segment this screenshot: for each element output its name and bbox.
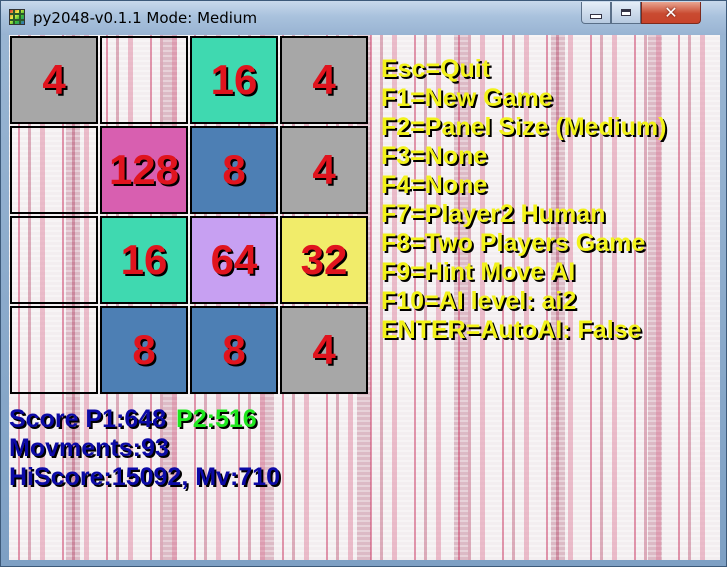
title-bar[interactable]: py2048-v0.1.1 Mode: Medium ✕ [1, 1, 726, 35]
tile [100, 36, 188, 124]
tile [10, 216, 98, 304]
hiscore: HiScore:15092, Mv:710 [9, 463, 280, 491]
tile: 128 [100, 126, 188, 214]
tile: 4 [280, 36, 368, 124]
tile: 4 [10, 36, 98, 124]
close-button[interactable]: ✕ [641, 2, 701, 24]
tile: 32 [280, 216, 368, 304]
help-item: F7=Player2 Human [381, 200, 606, 228]
window-title: py2048-v0.1.1 Mode: Medium [33, 9, 258, 27]
score-p2: P2:516 [176, 405, 257, 433]
app-window: py2048-v0.1.1 Mode: Medium ✕ 4 16 4 128 8 4 16… [0, 0, 727, 567]
help-item: F3=None [381, 142, 488, 170]
help-item: F4=None [381, 171, 488, 199]
minimize-icon [590, 14, 602, 19]
tile: 4 [280, 126, 368, 214]
close-icon: ✕ [664, 3, 678, 22]
movements-count: Movments:93 [9, 434, 169, 462]
key-help-list: Esc=Quit F1=New Game F2=Panel Size (Medium… [381, 55, 667, 345]
app-icon [9, 9, 25, 25]
tile: 8 [100, 306, 188, 394]
score-line: Score P1:648 P2:516 [9, 405, 280, 434]
game-board[interactable]: 4 16 4 128 8 4 16 64 32 8 8 4 [9, 35, 373, 399]
tile: 64 [190, 216, 278, 304]
tile [10, 126, 98, 214]
game-canvas[interactable]: 4 16 4 128 8 4 16 64 32 8 8 4 Esc=Quit F1=New Game F2… [9, 35, 720, 560]
help-item: F2=Panel Size (Medium) [381, 113, 667, 141]
score-panel: Score P1:648 P2:516 Movments:93 HiScore:1… [9, 405, 280, 492]
help-item: F1=New Game [381, 84, 553, 112]
help-item: F8=Two Players Game [381, 229, 646, 257]
help-item: F9=Hint Move AI [381, 258, 576, 286]
score-p1: Score P1:648 [9, 405, 167, 433]
tile: 16 [190, 36, 278, 124]
help-item: Esc=Quit [381, 55, 491, 83]
tile: 4 [280, 306, 368, 394]
tile: 8 [190, 306, 278, 394]
tile: 8 [190, 126, 278, 214]
tile: 16 [100, 216, 188, 304]
maximize-button[interactable] [611, 2, 641, 24]
maximize-icon [621, 9, 631, 16]
help-item: ENTER=AutoAI: False [381, 316, 642, 344]
tile [10, 306, 98, 394]
minimize-button[interactable] [581, 2, 611, 24]
help-item: F10=AI level: ai2 [381, 287, 577, 315]
